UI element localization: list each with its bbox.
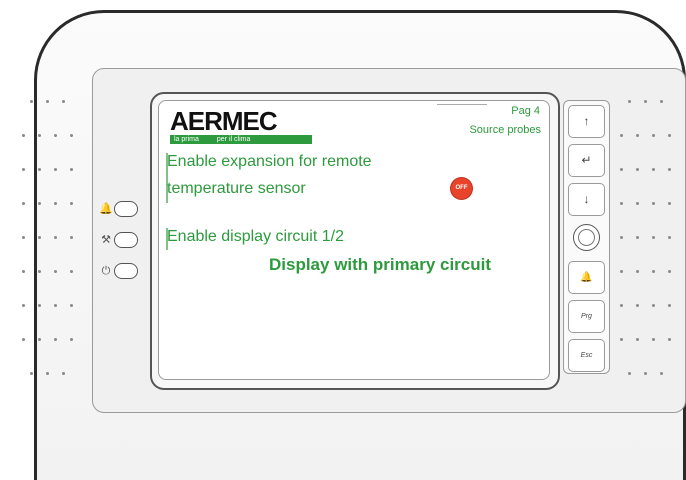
right-speaker-grille [620,92,682,382]
bell-icon: 🔔 [99,203,113,215]
knob-inner [578,229,595,246]
display-circuit-value[interactable]: Display with primary circuit [269,255,491,275]
logo-word: AERMEC [170,106,278,136]
page-number: Pag 4 [511,105,540,117]
setting-label-expansion-line2: temperature sensor [167,180,306,197]
keypad: ↑ ↵ ↓ 🔔 Prg Esc [563,100,610,374]
tagline-left: la prima [174,136,199,143]
power-led-light [114,263,138,279]
service-led-light [114,232,138,248]
tagline-right: per il clima [216,136,251,143]
wrench-icon: ⚒ [101,234,111,246]
aermec-logo: AERMEC la prima per il clima [170,107,315,145]
service-led: ⚒ [96,231,146,249]
esc-button[interactable]: Esc [568,339,605,372]
center-knob-button[interactable] [568,222,605,255]
display-screen: AERMEC la prima per il clima Pag 4 Source… [158,100,550,380]
alarm-led: 🔔 [96,200,146,218]
logo-tagline-bar: la prima per il clima [170,135,312,144]
setting-label-expansion-line1: Enable expansion for remote [167,153,372,170]
power-led: ⏻ [96,262,146,280]
alarm-led-light [114,201,138,217]
prg-button[interactable]: Prg [568,300,605,333]
page-section-title: Source probes [469,124,541,136]
enter-button[interactable]: ↵ [568,144,605,177]
down-button[interactable]: ↓ [568,183,605,216]
left-speaker-grille [22,92,78,382]
screen-divider [437,104,487,105]
power-icon: ⏻ [101,265,111,277]
setting-label-display-circuit: Enable display circuit 1/2 [167,228,344,245]
remote-sensor-toggle[interactable]: OFF [451,178,472,199]
alarm-button[interactable]: 🔔 [568,261,605,294]
up-button[interactable]: ↑ [568,105,605,138]
